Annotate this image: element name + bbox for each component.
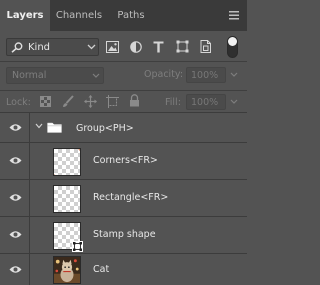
opacity-value: 100% xyxy=(191,70,219,81)
shape-layer-filter-icon[interactable] xyxy=(176,40,189,53)
search-icon xyxy=(11,42,23,53)
folder-icon xyxy=(47,122,62,133)
divider xyxy=(0,90,247,91)
filter-kind-select[interactable]: Kind xyxy=(6,38,99,56)
filter-toggle-switch[interactable] xyxy=(227,36,238,58)
eye-icon xyxy=(9,157,22,164)
layer-name: Group<PH> xyxy=(76,123,134,134)
lock-image-pixels-icon[interactable] xyxy=(62,95,74,108)
tab-paths[interactable]: Paths xyxy=(108,0,154,31)
layer-thumbnail xyxy=(53,148,81,176)
layer-row-cat[interactable]: Cat xyxy=(0,253,247,285)
chevron-down-icon[interactable] xyxy=(230,72,238,77)
layer-thumbnail xyxy=(53,185,81,213)
lock-position-icon[interactable] xyxy=(84,95,97,108)
fill-label: Fill: xyxy=(165,97,181,108)
corners-thumbnail-icon xyxy=(54,149,80,175)
blend-mode-value: Normal xyxy=(12,70,47,81)
adjustment-layer-filter-icon[interactable] xyxy=(130,41,142,53)
chevron-down-icon xyxy=(87,44,96,50)
filter-toggle-knob xyxy=(228,37,237,46)
fill-field[interactable]: 100% xyxy=(186,94,226,110)
type-layer-filter-icon[interactable] xyxy=(153,41,164,53)
chevron-down-icon xyxy=(92,73,100,78)
blend-mode-select[interactable]: Normal xyxy=(6,67,104,84)
eye-icon xyxy=(9,266,22,273)
panel-menu-icon[interactable] xyxy=(227,8,241,22)
filter-kind-label: Kind xyxy=(28,42,51,53)
divider xyxy=(0,61,247,62)
tab-channels[interactable]: Channels xyxy=(50,0,108,31)
opacity-label: Opacity: xyxy=(144,69,184,80)
lock-label: Lock: xyxy=(6,97,31,108)
visibility-toggle[interactable] xyxy=(0,113,30,142)
tab-layers[interactable]: Layers xyxy=(0,0,50,31)
lock-all-icon[interactable] xyxy=(129,94,140,107)
layer-row-group[interactable]: Group<PH> xyxy=(0,112,247,142)
layer-row-corners[interactable]: Corners<FR> xyxy=(0,142,247,179)
lock-transparent-pixels-icon[interactable] xyxy=(40,96,51,107)
chevron-down-icon[interactable] xyxy=(35,123,43,129)
pixel-layer-filter-icon[interactable] xyxy=(106,41,119,53)
prevent-autonest-icon[interactable] xyxy=(106,95,119,108)
eye-icon xyxy=(9,231,22,238)
visibility-toggle[interactable] xyxy=(0,254,30,285)
visibility-toggle[interactable] xyxy=(0,180,30,216)
visibility-toggle[interactable] xyxy=(0,217,30,253)
eye-icon xyxy=(9,194,22,201)
panel-tab-bar: Layers Channels Paths xyxy=(0,0,247,31)
layer-name: Corners<FR> xyxy=(93,155,158,166)
layer-row-rectangle[interactable]: Rectangle<FR> xyxy=(0,179,247,216)
eye-icon xyxy=(9,124,22,131)
layer-name: Stamp shape xyxy=(93,229,156,240)
shape-layer-badge-icon xyxy=(72,241,83,252)
layer-row-stamp-shape[interactable]: Stamp shape xyxy=(0,216,247,253)
visibility-toggle[interactable] xyxy=(0,143,30,179)
smart-object-filter-icon[interactable] xyxy=(199,40,212,53)
chevron-down-icon[interactable] xyxy=(230,99,238,104)
opacity-field[interactable]: 100% xyxy=(186,67,226,83)
fill-value: 100% xyxy=(191,97,219,108)
cat-photo-thumbnail xyxy=(53,256,81,284)
layer-name: Rectangle<FR> xyxy=(93,192,169,203)
layer-name: Cat xyxy=(93,264,110,275)
